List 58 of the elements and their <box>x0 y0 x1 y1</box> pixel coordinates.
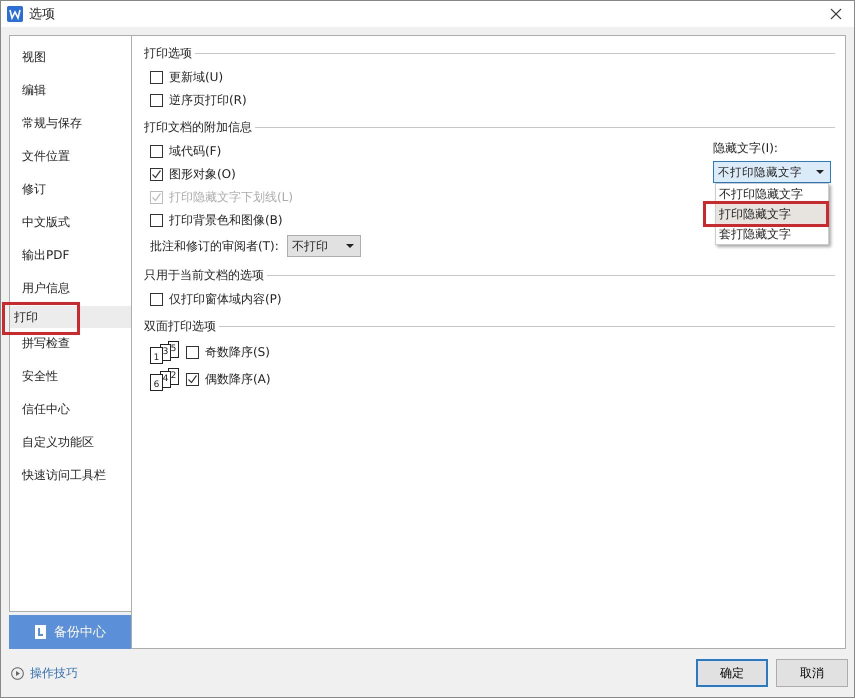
reviewer-dropdown[interactable]: 不打印 <box>286 235 361 257</box>
field-label: 批注和修订的审阅者(T): <box>150 238 279 254</box>
checkbox-row[interactable]: 逆序页打印(R) <box>150 89 835 112</box>
checkbox-label: 图形对象(O) <box>169 166 236 183</box>
section-title: 双面打印选项 <box>144 318 216 334</box>
checkbox-label: 逆序页打印(R) <box>169 92 247 109</box>
hidden-text-dropdown[interactable]: 不打印隐藏文字 <box>713 161 831 183</box>
section-title: 打印选项 <box>144 44 192 62</box>
checkbox-row[interactable]: 仅打印窗体域内容(P) <box>150 288 835 311</box>
checkbox[interactable] <box>150 214 163 227</box>
sidebar-item[interactable]: 自定义功能区 <box>10 427 131 460</box>
sidebar-item[interactable]: 信任中心 <box>10 394 131 427</box>
sidebar-item[interactable]: 视图 <box>10 42 131 75</box>
close-icon[interactable] <box>830 8 842 20</box>
section-title: 打印文档的附加信息 <box>144 118 252 136</box>
sidebar-item[interactable]: 修订 <box>10 174 131 207</box>
checkbox-row[interactable]: 打印背景色和图像(B) <box>150 209 713 232</box>
checkbox[interactable] <box>150 168 163 181</box>
checkbox-label: 仅打印窗体域内容(P) <box>169 291 282 308</box>
field-label: 隐藏文字(I): <box>713 140 779 157</box>
dropdown-option[interactable]: 打印隐藏文字 <box>716 204 828 224</box>
play-icon <box>11 666 24 680</box>
sidebar-item[interactable]: 文件位置 <box>10 141 131 174</box>
checkbox[interactable] <box>150 145 163 158</box>
checkbox-label: 打印隐藏文字下划线(L) <box>169 189 294 206</box>
sidebar-item[interactable]: 快速访问工具栏 <box>10 460 131 493</box>
checkbox[interactable] <box>186 346 199 359</box>
dialog-button[interactable]: 取消 <box>776 659 848 687</box>
dialog-button[interactable]: 确定 <box>696 659 768 687</box>
checkbox-label: 奇数降序(S) <box>205 344 270 361</box>
sidebar-item[interactable]: 用户信息 <box>10 273 131 306</box>
checkbox-row[interactable]: 更新域(U) <box>150 66 835 89</box>
checkbox-label: 偶数降序(A) <box>205 371 271 388</box>
sidebar-item[interactable]: 中文版式 <box>10 207 131 240</box>
checkbox-row[interactable]: 域代码(F) <box>150 140 713 163</box>
app-icon <box>7 6 23 22</box>
caret-icon <box>816 170 824 174</box>
section-title: 只用于当前文档的选项 <box>144 266 264 284</box>
sidebar-item[interactable]: 拼写检查 <box>10 328 131 361</box>
sidebar-item[interactable]: 编辑 <box>10 75 131 108</box>
checkbox[interactable] <box>186 373 199 386</box>
checkbox-label: 域代码(F) <box>169 143 222 160</box>
checkbox[interactable] <box>150 71 163 84</box>
caret-icon <box>346 244 354 248</box>
checkbox[interactable] <box>150 94 163 107</box>
dropdown-option[interactable]: 不打印隐藏文字 <box>716 184 828 204</box>
sidebar-item[interactable]: 输出PDF <box>10 240 131 273</box>
checkbox-label: 更新域(U) <box>169 69 224 86</box>
document-icon <box>34 624 48 640</box>
tips-link[interactable]: 操作技巧 <box>11 664 78 682</box>
sidebar-item[interactable]: 打印 <box>10 306 131 328</box>
sidebar-item[interactable]: 常规与保存 <box>10 108 131 141</box>
checkbox-row[interactable]: 图形对象(O) <box>150 163 713 186</box>
dropdown-option[interactable]: 套打隐藏文字 <box>716 224 828 244</box>
checkbox[interactable] <box>150 293 163 306</box>
sidebar-item[interactable]: 安全性 <box>10 361 131 394</box>
window-title: 选项 <box>29 6 56 23</box>
checkbox-label: 打印背景色和图像(B) <box>169 212 283 229</box>
